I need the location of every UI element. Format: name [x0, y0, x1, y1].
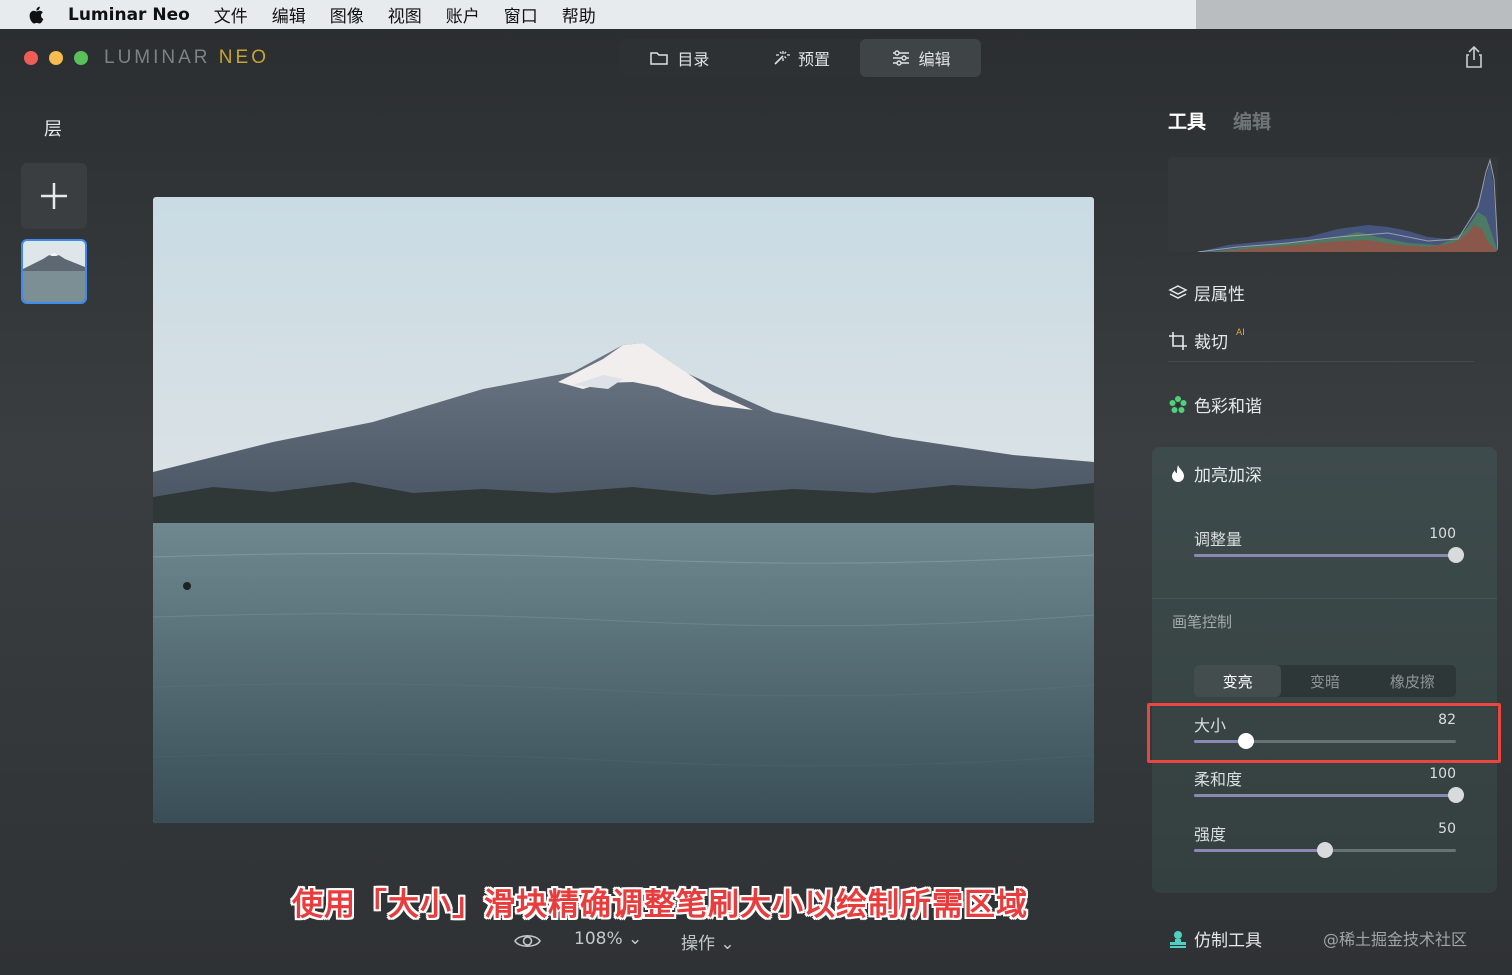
layer-properties-tool[interactable]: 层属性 — [1168, 280, 1245, 305]
actions-dropdown[interactable]: 操作 ⌄ — [681, 929, 735, 954]
tools-divider — [1168, 361, 1474, 362]
presets-tab-label: 预置 — [798, 50, 831, 69]
folder-icon — [650, 52, 669, 65]
logo-text: LUMINAR — [104, 47, 211, 68]
brush-mode-switcher: 变亮 变暗 橡皮擦 — [1194, 665, 1456, 697]
chevron-down-icon: ⌄ — [720, 934, 735, 954]
close-window-button[interactable] — [24, 51, 38, 65]
tutorial-caption: 使用「大小」滑块精确调整笔刷大小以绘制所需区域 — [292, 887, 1028, 923]
strength-value: 50 — [1438, 821, 1456, 837]
catalog-tab[interactable]: 目录 — [619, 39, 740, 77]
menu-bar-right — [1196, 0, 1512, 31]
color-harmony-tool[interactable]: 色彩和谐 — [1168, 392, 1262, 417]
app-window: LUMINAR NEO 目录 预置 编辑 层 使用「大小」滑块精确调整笔刷大小以… — [0, 29, 1512, 975]
amount-value: 100 — [1429, 526, 1456, 542]
edit-tab-label: 编辑 — [918, 50, 951, 69]
presets-tab[interactable]: 预置 — [740, 39, 861, 77]
layers-title: 层 — [44, 119, 62, 140]
layer-properties-label: 层属性 — [1194, 285, 1245, 305]
zoom-window-button[interactable] — [74, 51, 88, 65]
zoom-dropdown[interactable]: 108% ⌄ — [574, 929, 642, 949]
darken-mode-button[interactable]: 变暗 — [1281, 665, 1368, 697]
crop-icon — [1169, 331, 1187, 350]
flame-icon — [1172, 464, 1184, 482]
brush-control-label: 画笔控制 — [1172, 613, 1233, 631]
softness-track[interactable] — [1194, 787, 1464, 803]
dodge-burn-header[interactable]: 加亮加深 — [1168, 461, 1262, 486]
catalog-tab-label: 目录 — [677, 50, 710, 69]
menu-app-name[interactable]: Luminar Neo — [68, 5, 190, 25]
softness-label: 柔和度 — [1194, 770, 1243, 789]
sliders-icon — [892, 50, 909, 66]
app-logo: LUMINAR NEO — [104, 47, 269, 69]
zoom-value: 108% — [574, 929, 623, 949]
menu-view[interactable]: 视图 — [388, 2, 422, 27]
amount-fill — [1194, 554, 1456, 557]
menu-window[interactable]: 窗口 — [504, 2, 538, 27]
strength-label: 强度 — [1194, 825, 1227, 844]
magic-wand-icon — [774, 51, 790, 65]
ai-badge: AI — [1236, 327, 1245, 338]
minimize-window-button[interactable] — [49, 51, 63, 65]
size-highlight-box — [1147, 703, 1501, 763]
chevron-down-icon: ⌄ — [628, 929, 643, 949]
actions-label: 操作 — [681, 934, 715, 954]
mode-switcher: 目录 预置 编辑 — [619, 39, 982, 77]
stamp-icon — [1170, 930, 1186, 948]
amount-thumb[interactable] — [1448, 547, 1464, 563]
layer-thumbnail-image — [23, 241, 85, 302]
apple-icon[interactable] — [26, 4, 48, 26]
amount-track[interactable] — [1194, 547, 1464, 563]
crop-tool[interactable]: 裁切 AI — [1168, 328, 1245, 353]
photo-canvas[interactable] — [153, 197, 1094, 823]
watermark: @稀土掘金技术社区 — [1323, 930, 1468, 949]
menu-edit[interactable]: 编辑 — [272, 2, 306, 27]
menu-image[interactable]: 图像 — [330, 2, 364, 27]
edit-tab[interactable]: 编辑 — [860, 39, 982, 77]
strength-track[interactable] — [1194, 842, 1456, 858]
eye-icon[interactable] — [514, 931, 541, 951]
softness-value: 100 — [1429, 766, 1456, 782]
mountain-lake-photo — [153, 197, 1094, 823]
logo-accent-text: NEO — [218, 47, 269, 68]
clone-tool[interactable]: 仿制工具 — [1168, 926, 1262, 951]
title-bar: LUMINAR NEO 目录 预置 编辑 — [0, 29, 1512, 87]
plus-icon — [41, 183, 67, 209]
layer-thumbnail[interactable] — [21, 239, 87, 304]
menu-bar: Luminar Neo 文件 编辑 图像 视图 账户 窗口 帮助 — [0, 0, 1196, 29]
menu-help[interactable]: 帮助 — [562, 2, 596, 27]
tab-edits[interactable]: 编辑 — [1233, 107, 1271, 134]
dodge-burn-label: 加亮加深 — [1194, 466, 1262, 486]
tab-tools[interactable]: 工具 — [1168, 107, 1206, 134]
crop-label: 裁切 — [1194, 333, 1228, 353]
eraser-mode-button[interactable]: 橡皮擦 — [1369, 665, 1456, 697]
add-layer-button[interactable] — [21, 163, 87, 229]
menu-account[interactable]: 账户 — [446, 2, 480, 27]
clone-tool-label: 仿制工具 — [1194, 931, 1262, 951]
brush-divider — [1152, 598, 1497, 599]
amount-label: 调整量 — [1194, 530, 1243, 549]
softness-fill — [1194, 794, 1456, 797]
lighten-mode-button[interactable]: 变亮 — [1194, 665, 1282, 697]
softness-thumb[interactable] — [1448, 787, 1464, 803]
share-icon[interactable] — [1464, 45, 1484, 69]
color-harmony-label: 色彩和谐 — [1194, 397, 1262, 417]
menu-file[interactable]: 文件 — [214, 2, 248, 27]
strength-thumb[interactable] — [1317, 842, 1333, 858]
strength-fill — [1194, 849, 1325, 852]
histogram — [1168, 157, 1498, 252]
histogram-graph — [1197, 158, 1498, 252]
flower-icon — [1169, 395, 1187, 413]
layers-icon — [1168, 284, 1188, 299]
